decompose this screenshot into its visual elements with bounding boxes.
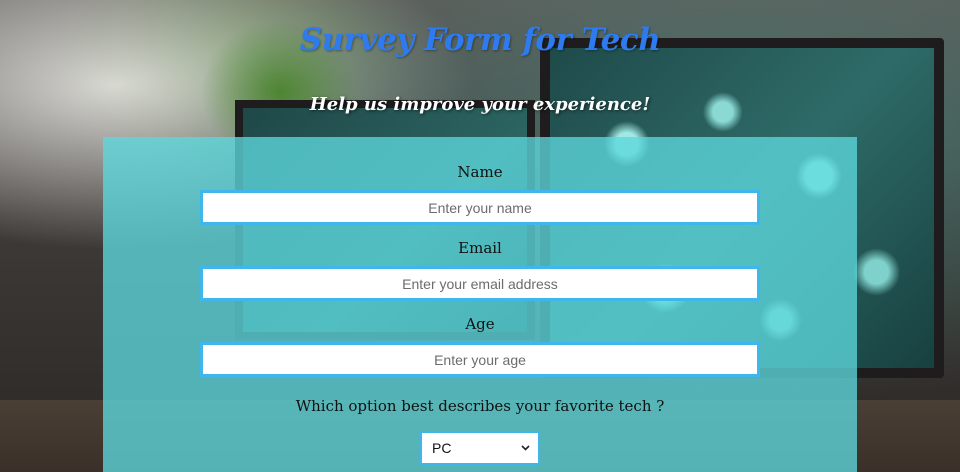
page-header: Survey Form for Tech — [0, 22, 960, 58]
survey-form: Name Email Age Which option best describ… — [103, 137, 857, 472]
page-title: Survey Form for Tech — [299, 22, 661, 58]
name-input[interactable] — [200, 190, 760, 225]
page-subtitle: Help us improve your experience! — [309, 94, 651, 115]
favorite-tech-selected-value: PC — [432, 440, 452, 456]
age-label: Age — [465, 315, 495, 333]
favorite-tech-select[interactable]: PC — [420, 431, 540, 465]
email-input[interactable] — [200, 266, 760, 301]
chevron-down-icon — [521, 443, 530, 454]
age-input[interactable] — [200, 342, 760, 377]
favorite-tech-question: Which option best describes your favorit… — [295, 397, 665, 415]
name-label: Name — [457, 163, 503, 181]
email-label: Email — [458, 239, 502, 257]
